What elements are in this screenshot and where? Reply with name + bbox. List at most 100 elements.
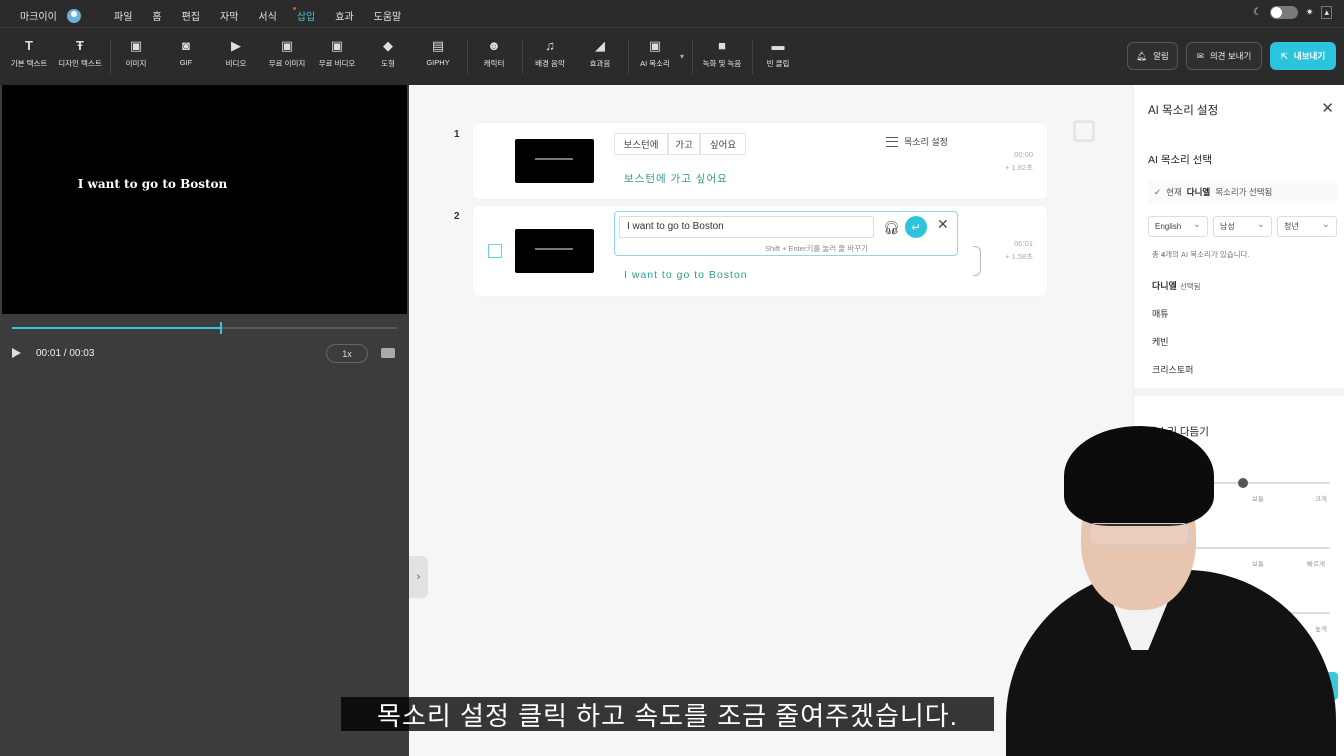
scene-thumbnail[interactable]	[515, 139, 594, 183]
scene-number: 1	[454, 129, 460, 140]
alert-button[interactable]: 🔔︎ 알림	[1127, 42, 1178, 70]
timecode: 00:01 / 00:03	[36, 348, 95, 359]
feedback-button[interactable]: ✉ 의견 보내기	[1186, 42, 1262, 70]
scene-text: I want to go to Boston	[624, 269, 748, 281]
free-image-icon: ▣	[280, 38, 294, 53]
music-note-icon: ♫	[545, 38, 555, 53]
giphy-icon: ▤	[431, 38, 445, 53]
language-dropdown[interactable]: English	[1148, 216, 1208, 237]
tool-free-image[interactable]: ▣ 무료 이미지	[263, 38, 311, 69]
scene-card[interactable]: 1 보스턴에 가고 싶어요 목소리 설정 보스턴에 가고 싶어요 00:00 + …	[454, 123, 1047, 199]
voice-option-christopher[interactable]: 크리스토퍼	[1152, 363, 1193, 376]
input-hint: Shift + Enter키를 눌러 줄 바꾸기	[765, 244, 868, 253]
panel-divider	[1134, 388, 1344, 396]
tool-shape[interactable]: ◆ 도형	[364, 38, 412, 69]
sun-icon: ✷	[1305, 7, 1314, 17]
image-icon: ▣	[129, 38, 143, 53]
tool-record[interactable]: ■ 녹화 및 녹음	[698, 38, 746, 69]
scene-card[interactable]: 2 I want to go to Boston 🎧︎ ↵ ✕ Shift + …	[454, 206, 1047, 296]
toolbar-divider	[692, 40, 693, 74]
tool-bgm[interactable]: ♫ 배경 음악	[526, 38, 574, 69]
tool-free-video[interactable]: ▣ 무료 비디오	[313, 38, 361, 69]
playback-progress[interactable]	[12, 322, 397, 334]
export-icon: ⇱	[1280, 50, 1288, 61]
progress-knob[interactable]	[219, 322, 222, 334]
collapse-up-icon[interactable]: ▴	[1321, 6, 1332, 19]
progress-fill	[12, 327, 220, 329]
age-dropdown[interactable]: 청년	[1277, 216, 1337, 237]
brace-decoration	[973, 246, 981, 276]
tool-empty-clip[interactable]: ▬ 빈 클립	[754, 38, 802, 69]
headphones-icon[interactable]: 🎧︎	[883, 220, 900, 236]
collapse-panel-button[interactable]: ›	[409, 556, 428, 598]
scene-icon	[1073, 120, 1095, 142]
tool-basic-text[interactable]: T 기본 텍스트	[5, 38, 53, 69]
video-icon: ▶	[231, 38, 241, 53]
scene-text: 보스턴에 가고 싶어요	[624, 173, 728, 185]
voice-count: 총 4개의 AI 목소리가 있습니다.	[1152, 250, 1250, 259]
panel-title: AI 목소리 설정	[1148, 105, 1219, 117]
tool-ai-voice[interactable]: ▣ AI 목소리	[631, 38, 679, 69]
play-icon[interactable]	[12, 348, 21, 358]
check-icon: ✓	[1154, 186, 1162, 197]
confirm-enter-button[interactable]: ↵	[905, 216, 927, 238]
close-icon[interactable]: ✕	[937, 216, 949, 233]
speed-button[interactable]: 1x	[326, 344, 368, 363]
menu-bar: 마크이이 파일 홈 편집 자막 서식 삽입 효과 도움말 ☾ ✷ ▴	[0, 0, 1344, 31]
word-chip[interactable]: 보스턴에	[614, 133, 668, 155]
scene-edit-box: I want to go to Boston 🎧︎ ↵ ✕ Shift + En…	[614, 211, 958, 256]
toolbar-divider	[110, 40, 111, 74]
voice-option-kevin[interactable]: 케빈	[1152, 335, 1169, 348]
toolbar-divider	[467, 40, 468, 74]
brand-name: 마크이이	[20, 12, 57, 23]
word-chip[interactable]: 싶어요	[700, 133, 746, 155]
camera-icon: ■	[718, 38, 726, 53]
theme-toggle[interactable]	[1269, 6, 1298, 19]
chevron-right-icon: ›	[416, 571, 421, 583]
tool-video[interactable]: ▶ 비디오	[212, 38, 260, 69]
user-avatar-icon[interactable]	[66, 8, 81, 23]
scene-number: 2	[454, 211, 460, 222]
text-icon: T	[25, 38, 33, 53]
gif-icon: ◙	[182, 38, 190, 53]
video-caption: 목소리 설정 클릭 하고 속도를 조금 줄여주겠습니다.	[341, 697, 994, 731]
voice-option-daniel[interactable]: 다니엘 선택됨	[1152, 279, 1201, 292]
brand[interactable]: 마크이이	[20, 8, 81, 23]
megaphone-icon: ◢	[595, 38, 605, 53]
gender-dropdown[interactable]: 남성	[1213, 216, 1272, 237]
tool-gif[interactable]: ◙ GIF	[162, 38, 210, 67]
scene-timing: 00:00 + 1.82초	[1005, 150, 1033, 172]
word-chip[interactable]: 가고	[668, 133, 700, 155]
voice-option-matthew[interactable]: 매튜	[1152, 307, 1169, 320]
scene-timing: 00:01 + 1.58초	[1005, 239, 1033, 261]
empty-clip-icon: ▬	[771, 38, 785, 53]
mail-icon: ✉	[1196, 50, 1204, 61]
close-icon[interactable]: ✕	[1321, 99, 1334, 117]
toolbar-divider	[628, 40, 629, 74]
window-controls: ☾ ✷ ▴	[1253, 6, 1332, 19]
character-icon: ☻	[487, 38, 501, 53]
video-preview[interactable]: I want to go to Boston	[2, 85, 407, 314]
insert-toolbar: T 기본 텍스트 Ŧ 디자인 텍스트 ▣ 이미지 ◙ GIF ▶ 비디오 ▣ 무료 이미지 …	[0, 27, 1344, 85]
tool-image[interactable]: ▣ 이미지	[112, 38, 160, 69]
tool-character[interactable]: ☻ 캐릭터	[470, 38, 518, 69]
preview-pane: I want to go to Boston 00:01 / 00:03 1x	[0, 85, 409, 756]
moon-icon: ☾	[1252, 7, 1262, 18]
shape-icon: ◆	[383, 38, 393, 53]
subtitle-icon[interactable]	[381, 348, 395, 358]
export-button[interactable]: ⇱ 내보내기	[1270, 42, 1336, 70]
tool-giphy[interactable]: ▤ GIPHY	[414, 38, 462, 67]
settings-sliders-icon	[886, 136, 898, 147]
design-text-icon: Ŧ	[76, 38, 84, 53]
voice-settings-button[interactable]: 목소리 설정	[886, 135, 948, 148]
tool-sound-effect[interactable]: ◢ 효과음	[576, 38, 624, 69]
webcam-overlay	[986, 420, 1344, 756]
scene-checkbox[interactable]	[488, 244, 502, 258]
current-voice-row: ✓ 현재 다니엘 목소리가 선택됨	[1148, 181, 1338, 203]
tool-design-text[interactable]: Ŧ 디자인 텍스트	[56, 38, 104, 69]
scene-thumbnail[interactable]	[515, 229, 594, 273]
scene-text-input[interactable]: I want to go to Boston	[619, 216, 874, 238]
toolbar-divider	[522, 40, 523, 74]
chevron-down-icon[interactable]: ▾	[680, 52, 684, 61]
ai-voice-icon: ▣	[648, 38, 662, 53]
